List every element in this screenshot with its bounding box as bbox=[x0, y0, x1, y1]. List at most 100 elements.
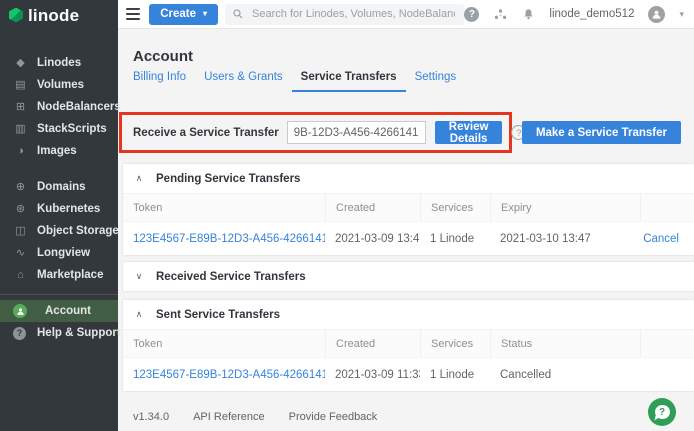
column-header-empty bbox=[640, 330, 694, 357]
column-header-token: Token bbox=[123, 194, 325, 221]
column-header-created: Created bbox=[325, 330, 420, 357]
sidebar-item-label: Help & Support bbox=[37, 327, 121, 339]
object-storage-icon: ◫ bbox=[13, 226, 28, 237]
sidebar: linode ◆ Linodes ▤ Volumes ⊞ NodeBalance… bbox=[0, 0, 118, 431]
domains-icon: ⊕ bbox=[13, 182, 28, 193]
sidebar-item-linodes[interactable]: ◆ Linodes bbox=[0, 52, 118, 74]
table-row: 123E4567-E89B-12D3-A456-426614174000 202… bbox=[123, 221, 694, 255]
username[interactable]: linode_demo512 bbox=[549, 8, 634, 20]
collapse-chevron-down-icon[interactable]: ∨ bbox=[134, 271, 144, 282]
sidebar-item-label: StackScripts bbox=[37, 123, 107, 135]
created-cell: 2021-03-09 13:47 bbox=[325, 222, 420, 255]
column-header-services: Services bbox=[420, 330, 490, 357]
help-icon[interactable]: ? bbox=[464, 7, 479, 22]
empty-cell bbox=[640, 358, 694, 391]
sidebar-item-marketplace[interactable]: ⌂ Marketplace bbox=[0, 264, 118, 286]
sidebar-item-volumes[interactable]: ▤ Volumes bbox=[0, 74, 118, 96]
pending-transfers-card: ∧ Pending Service Transfers Token Create… bbox=[123, 164, 694, 255]
receive-transfer-label: Receive a Service Transfer bbox=[133, 127, 279, 139]
help-icon: ? bbox=[13, 327, 28, 340]
sidebar-item-images[interactable]: ◑ Images bbox=[0, 140, 118, 162]
cancel-link[interactable]: Cancel bbox=[640, 222, 694, 255]
provide-feedback-link[interactable]: Provide Feedback bbox=[289, 411, 378, 423]
linode-logo-icon bbox=[9, 8, 23, 23]
notifications-bell-icon[interactable] bbox=[522, 8, 535, 21]
images-icon: ◑ bbox=[13, 146, 28, 157]
sidebar-item-label: Object Storage bbox=[37, 225, 119, 237]
column-header-expiry: Expiry bbox=[490, 194, 640, 221]
tab-billing-info[interactable]: Billing Info bbox=[124, 65, 195, 92]
sidebar-item-kubernetes[interactable]: ⊛ Kubernetes bbox=[0, 198, 118, 220]
collapse-chevron-up-icon[interactable]: ∧ bbox=[134, 173, 144, 184]
token-link[interactable]: 123E4567-E89B-12D3-A456-426614174001 bbox=[123, 358, 325, 391]
pending-section-header[interactable]: ∧ Pending Service Transfers bbox=[123, 164, 694, 193]
community-icon[interactable] bbox=[493, 7, 508, 22]
section-title: Sent Service Transfers bbox=[156, 309, 280, 321]
user-avatar[interactable] bbox=[648, 6, 665, 23]
api-reference-link[interactable]: API Reference bbox=[193, 411, 265, 423]
make-service-transfer-button[interactable]: Make a Service Transfer bbox=[522, 121, 681, 144]
volumes-icon: ▤ bbox=[13, 80, 28, 91]
column-header-created: Created bbox=[325, 194, 420, 221]
help-beacon-button[interactable]: ? bbox=[648, 398, 676, 426]
tab-service-transfers[interactable]: Service Transfers bbox=[292, 65, 406, 92]
sidebar-item-label: Account bbox=[45, 305, 91, 317]
sidebar-item-stackscripts[interactable]: ▥ StackScripts bbox=[0, 118, 118, 140]
token-link[interactable]: 123E4567-E89B-12D3-A456-426614174000 bbox=[123, 222, 325, 255]
expiry-cell: 2021-03-10 13:47 bbox=[490, 222, 640, 255]
account-person-icon bbox=[13, 304, 27, 318]
sidebar-item-label: Linodes bbox=[37, 57, 81, 69]
linode-logo-text: linode bbox=[28, 7, 79, 24]
section-title: Received Service Transfers bbox=[156, 271, 306, 283]
pending-table-header: Token Created Services Expiry bbox=[123, 193, 694, 221]
global-search[interactable] bbox=[225, 4, 464, 25]
receive-transfer-highlight-box: Receive a Service Transfer Review Detail… bbox=[119, 112, 512, 153]
linode-logo[interactable]: linode bbox=[0, 0, 118, 30]
user-menu-chevron-icon[interactable]: ▾ bbox=[679, 9, 684, 20]
create-button[interactable]: Create ▾ bbox=[149, 4, 218, 25]
tab-users-grants[interactable]: Users & Grants bbox=[195, 65, 292, 92]
services-cell: 1 Linode bbox=[420, 358, 490, 391]
main-content: Account Billing Info Users & Grants Serv… bbox=[118, 29, 694, 431]
kubernetes-icon: ⊛ bbox=[13, 204, 28, 215]
services-cell: 1 Linode bbox=[420, 222, 490, 255]
question-bubble-icon: ? bbox=[655, 405, 670, 419]
sidebar-item-label: Volumes bbox=[37, 79, 84, 91]
hamburger-menu-icon[interactable] bbox=[126, 8, 140, 20]
sent-section-header[interactable]: ∧ Sent Service Transfers bbox=[123, 300, 694, 329]
sidebar-item-domains[interactable]: ⊕ Domains bbox=[0, 176, 118, 198]
section-title: Pending Service Transfers bbox=[156, 173, 300, 185]
sidebar-item-nodebalancers[interactable]: ⊞ NodeBalancers bbox=[0, 96, 118, 118]
marketplace-icon: ⌂ bbox=[13, 270, 28, 281]
column-header-services: Services bbox=[420, 194, 490, 221]
column-header-status: Status bbox=[490, 330, 640, 357]
create-button-label: Create bbox=[160, 8, 196, 20]
review-details-button[interactable]: Review Details bbox=[435, 121, 503, 144]
sidebar-item-account[interactable]: Account bbox=[0, 300, 118, 322]
sidebar-item-object-storage[interactable]: ◫ Object Storage bbox=[0, 220, 118, 242]
sidebar-item-label: Images bbox=[37, 145, 77, 157]
tab-settings[interactable]: Settings bbox=[406, 65, 466, 92]
nodebalancers-icon: ⊞ bbox=[13, 102, 28, 113]
sidebar-item-label: NodeBalancers bbox=[37, 101, 121, 113]
column-header-actions bbox=[640, 194, 694, 221]
sidebar-item-label: Domains bbox=[37, 181, 86, 193]
sent-table-header: Token Created Services Status bbox=[123, 329, 694, 357]
search-icon bbox=[232, 8, 244, 20]
column-header-token: Token bbox=[123, 330, 325, 357]
search-input[interactable] bbox=[250, 7, 457, 21]
sidebar-item-help-support[interactable]: ? Help & Support bbox=[0, 322, 118, 344]
collapse-chevron-up-icon[interactable]: ∧ bbox=[134, 309, 144, 320]
received-section-header[interactable]: ∨ Received Service Transfers bbox=[123, 262, 694, 291]
chevron-down-icon: ▾ bbox=[203, 10, 207, 18]
linode-icon: ◆ bbox=[13, 58, 28, 69]
transfer-token-input[interactable] bbox=[287, 121, 426, 144]
created-cell: 2021-03-09 11:33 bbox=[325, 358, 420, 391]
footer: v1.34.0 API Reference Provide Feedback bbox=[133, 411, 377, 423]
sent-transfers-card: ∧ Sent Service Transfers Token Created S… bbox=[123, 300, 694, 391]
sidebar-item-longview[interactable]: ∿ Longview bbox=[0, 242, 118, 264]
version-label: v1.34.0 bbox=[133, 411, 169, 423]
sidebar-item-label: Kubernetes bbox=[37, 203, 100, 215]
sidebar-item-label: Longview bbox=[37, 247, 90, 259]
page-title: Account bbox=[133, 48, 193, 65]
